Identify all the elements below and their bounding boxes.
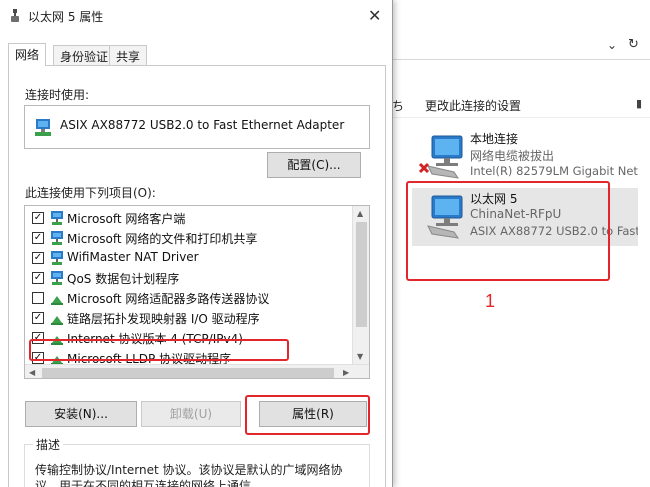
network-adapter-disconnected-icon [418, 135, 463, 179]
tab-sharing[interactable]: 共享 [109, 45, 148, 65]
item-checkbox[interactable]: ✓ [32, 272, 44, 284]
annotation-number: 1 [485, 291, 496, 311]
description-title: 描述 [33, 436, 64, 453]
tab-network[interactable]: 网络 [8, 43, 47, 66]
network-adapter-icon [35, 119, 51, 136]
connection-local[interactable]: 本地连接 网络电缆被拔出 Intel(R) 82579LM Gigabit Ne… [412, 128, 638, 188]
scroll-thumb[interactable] [356, 222, 367, 327]
item-checkbox[interactable]: ✓ [32, 312, 44, 324]
item-label: Microsoft 网络客户端 [67, 212, 186, 226]
network-client-icon [51, 271, 63, 285]
connection-adapter: Intel(R) 82579LM Gigabit Netw... [470, 164, 638, 178]
description-text: 传输控制协议/Internet 协议。该协议是默认的广域网络协议，用于在不同的相… [35, 463, 343, 487]
adapter-field: ASIX AX88772 USB2.0 to Fast Ethernet Ada… [24, 105, 370, 149]
item-label: Microsoft 网络适配器多路传送器协议 [67, 292, 270, 306]
description-group: 描述 传输控制协议/Internet 协议。该协议是默认的广域网络协议，用于在不… [24, 436, 370, 487]
annotation-box-ethernet-5 [406, 181, 610, 281]
configure-button[interactable]: 配置(C)... [267, 152, 361, 178]
items-label: 此连接使用下列项目(O): [25, 186, 156, 200]
dialog-titlebar[interactable]: 以太网 5 属性 ✕ [0, 0, 392, 32]
item-label: QoS 数据包计划程序 [67, 272, 180, 286]
uninstall-button[interactable]: 卸载(U) [141, 401, 241, 427]
change-settings-command[interactable]: 更改此连接的设置 [425, 97, 521, 114]
scroll-down-icon[interactable]: ▼ [357, 352, 363, 361]
item-checkbox[interactable]: ✓ [32, 232, 44, 244]
chevron-down-icon[interactable]: ⌄ [607, 38, 617, 52]
scroll-up-icon[interactable]: ▲ [357, 209, 363, 218]
item-checkbox[interactable] [32, 292, 44, 304]
connection-status: 网络电缆被拔出 [470, 149, 555, 163]
adapter-name: ASIX AX88772 USB2.0 to Fast Ethernet Ada… [60, 118, 345, 132]
protocol-icon [51, 296, 63, 305]
protocol-icon [51, 316, 63, 325]
command-fragment[interactable]: ち [392, 97, 404, 114]
item-label: WifiMaster NAT Driver [67, 250, 199, 264]
network-client-icon [51, 211, 63, 225]
scroll-left-icon[interactable]: ◀ [29, 368, 35, 377]
close-icon[interactable]: ✕ [368, 6, 381, 25]
view-options-icon[interactable]: ▮ [636, 97, 642, 110]
refresh-icon[interactable]: ↻ [628, 37, 639, 52]
network-icon [11, 9, 19, 22]
item-checkbox[interactable]: ✓ [32, 252, 44, 264]
connection-name: 本地连接 [470, 132, 519, 146]
item-checkbox[interactable]: ✓ [32, 212, 44, 224]
annotation-box-properties [245, 395, 370, 435]
address-bar[interactable]: ⌄ ↻ [392, 34, 650, 60]
tab-authentication[interactable]: 身份验证 [53, 45, 116, 65]
item-label: Microsoft 网络的文件和打印机共享 [67, 232, 258, 246]
connect-using-label: 连接时使用: [25, 88, 90, 102]
command-bar: ち 更改此连接的设置 ▮ [392, 92, 650, 118]
horizontal-scrollbar[interactable]: ◀ ▶ [25, 364, 369, 378]
scroll-right-icon[interactable]: ▶ [343, 368, 349, 377]
install-button[interactable]: 安装(N)... [25, 401, 137, 427]
network-client-icon [51, 251, 63, 265]
vertical-scrollbar[interactable]: ▲ ▼ [352, 206, 369, 364]
annotation-box-ipv4 [29, 339, 289, 361]
scroll-thumb[interactable] [42, 368, 334, 378]
item-label: 链路层拓扑发现映射器 I/O 驱动程序 [67, 312, 260, 326]
dialog-title: 以太网 5 属性 [28, 10, 104, 24]
network-client-icon [51, 231, 63, 245]
